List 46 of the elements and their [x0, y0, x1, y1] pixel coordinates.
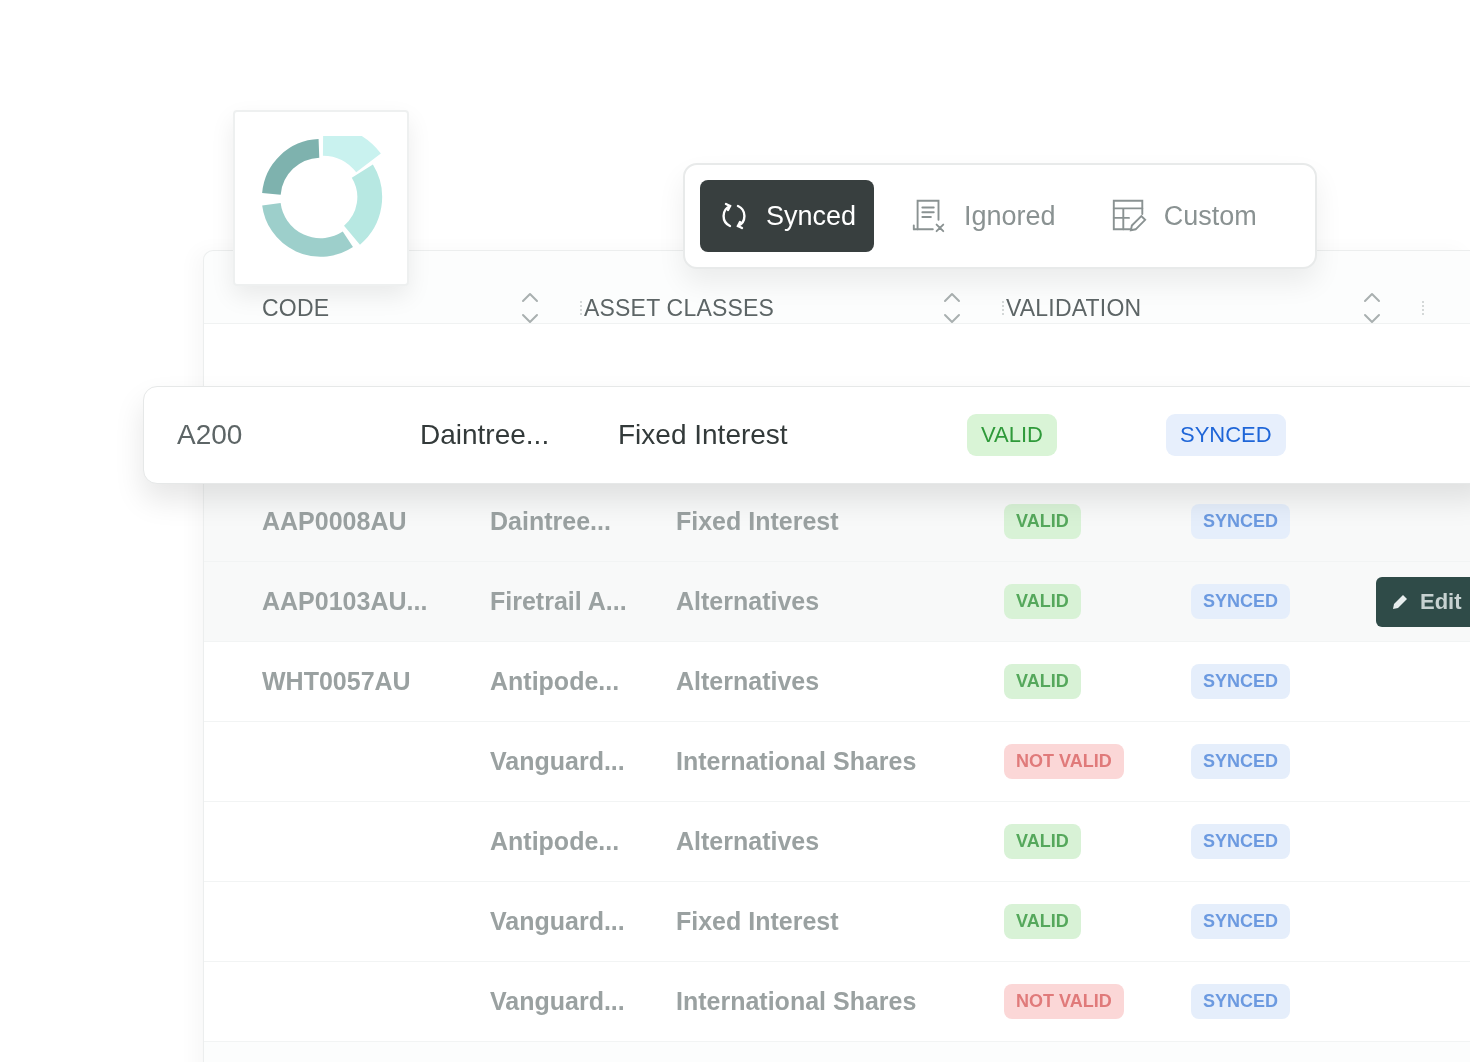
table-cell-text: Fixed Interest	[676, 907, 840, 936]
sort-icon[interactable]	[520, 291, 540, 325]
table-cell-text: Daintree...	[420, 419, 551, 451]
status-badge: NOT VALID	[1004, 984, 1124, 1019]
filter-tab[interactable]: Custom	[1091, 180, 1275, 252]
table-cell-text: AAP0008AU	[262, 507, 408, 536]
table-cell-text: Alternatives	[676, 587, 821, 616]
sync-badge: SYNCED	[1191, 664, 1290, 699]
table-cell-text: Vanguard...	[490, 987, 626, 1016]
status-badge: VALID	[1004, 664, 1081, 699]
sync-badge: SYNCED	[1191, 744, 1290, 779]
filter-tab[interactable]: Ignored	[892, 180, 1074, 252]
status-badge: NOT VALID	[1004, 744, 1124, 779]
column-header: VALIDATION	[1006, 294, 1143, 322]
table-cell-text: Antipode...	[490, 667, 621, 696]
sort-icon[interactable]	[1362, 291, 1382, 325]
table-cell-text: A200	[177, 419, 244, 451]
table-cell-text: Firetrail A...	[490, 587, 628, 616]
edit-button[interactable]: Edit	[1376, 576, 1470, 627]
table-cell-text: Alternatives	[676, 667, 821, 696]
sync-badge: SYNCED	[1191, 904, 1290, 939]
status-badge: VALID	[1004, 504, 1081, 539]
sync-badge: SYNCED	[1191, 824, 1290, 859]
status-badge: VALID	[967, 414, 1057, 456]
table-cell-text: Vanguard...	[490, 747, 626, 776]
table-cell-text: Fixed Interest	[676, 507, 840, 536]
table-cell-text: International Shares	[676, 987, 918, 1016]
filter-tab[interactable]: Synced	[700, 180, 875, 252]
sync-badge: SYNCED	[1191, 584, 1290, 619]
table-cell-text: WHT0057AU	[262, 667, 412, 696]
table-cell-text: Antipode...	[490, 827, 621, 856]
table-cell-text: Alternatives	[676, 827, 821, 856]
table-cell-text: Daintree...	[490, 507, 612, 536]
table-cell-text: AAP0103AU...	[262, 587, 429, 616]
status-badge: VALID	[1004, 824, 1081, 859]
sync-badge: SYNCED	[1191, 504, 1290, 539]
column-header: CODE	[262, 294, 331, 322]
column-header: ASSET CLASSES	[584, 294, 776, 322]
table-cell-text: Fixed Interest	[618, 419, 789, 451]
sync-badge: SYNCED	[1166, 414, 1286, 456]
sync-badge: SYNCED	[1191, 984, 1290, 1019]
table-cell-text: Vanguard...	[490, 907, 626, 936]
table-cell-text: International Shares	[676, 747, 918, 776]
status-badge: VALID	[1004, 584, 1081, 619]
status-badge: VALID	[1004, 904, 1081, 939]
sort-icon[interactable]	[942, 291, 962, 325]
